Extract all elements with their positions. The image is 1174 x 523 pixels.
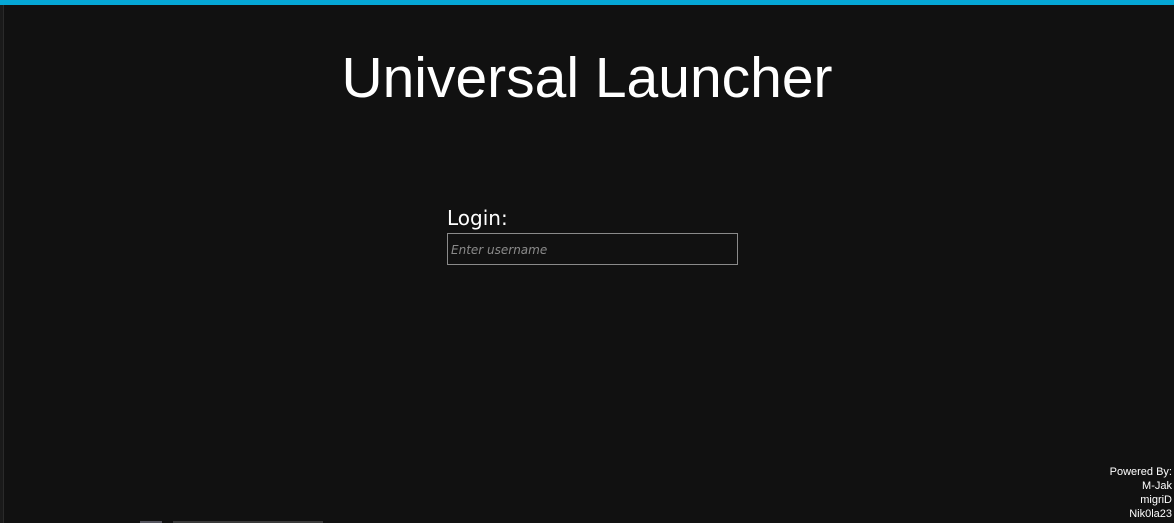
credits-heading: Powered By:: [1109, 466, 1172, 478]
username-input[interactable]: [447, 233, 738, 265]
credits-author: M-Jak: [1142, 480, 1172, 492]
login-label: Login:: [447, 206, 508, 230]
app-title: Universal Launcher: [341, 46, 833, 110]
credits-panel: Powered By: M-Jak migriD Nik0la23: [1110, 465, 1172, 521]
credits-author: Nik0la23: [1129, 508, 1172, 520]
accent-bar: [0, 0, 1174, 5]
credits-author: migriD: [1140, 494, 1172, 506]
launcher-window: Universal Launcher Login: Powered By: M-…: [0, 0, 1174, 523]
